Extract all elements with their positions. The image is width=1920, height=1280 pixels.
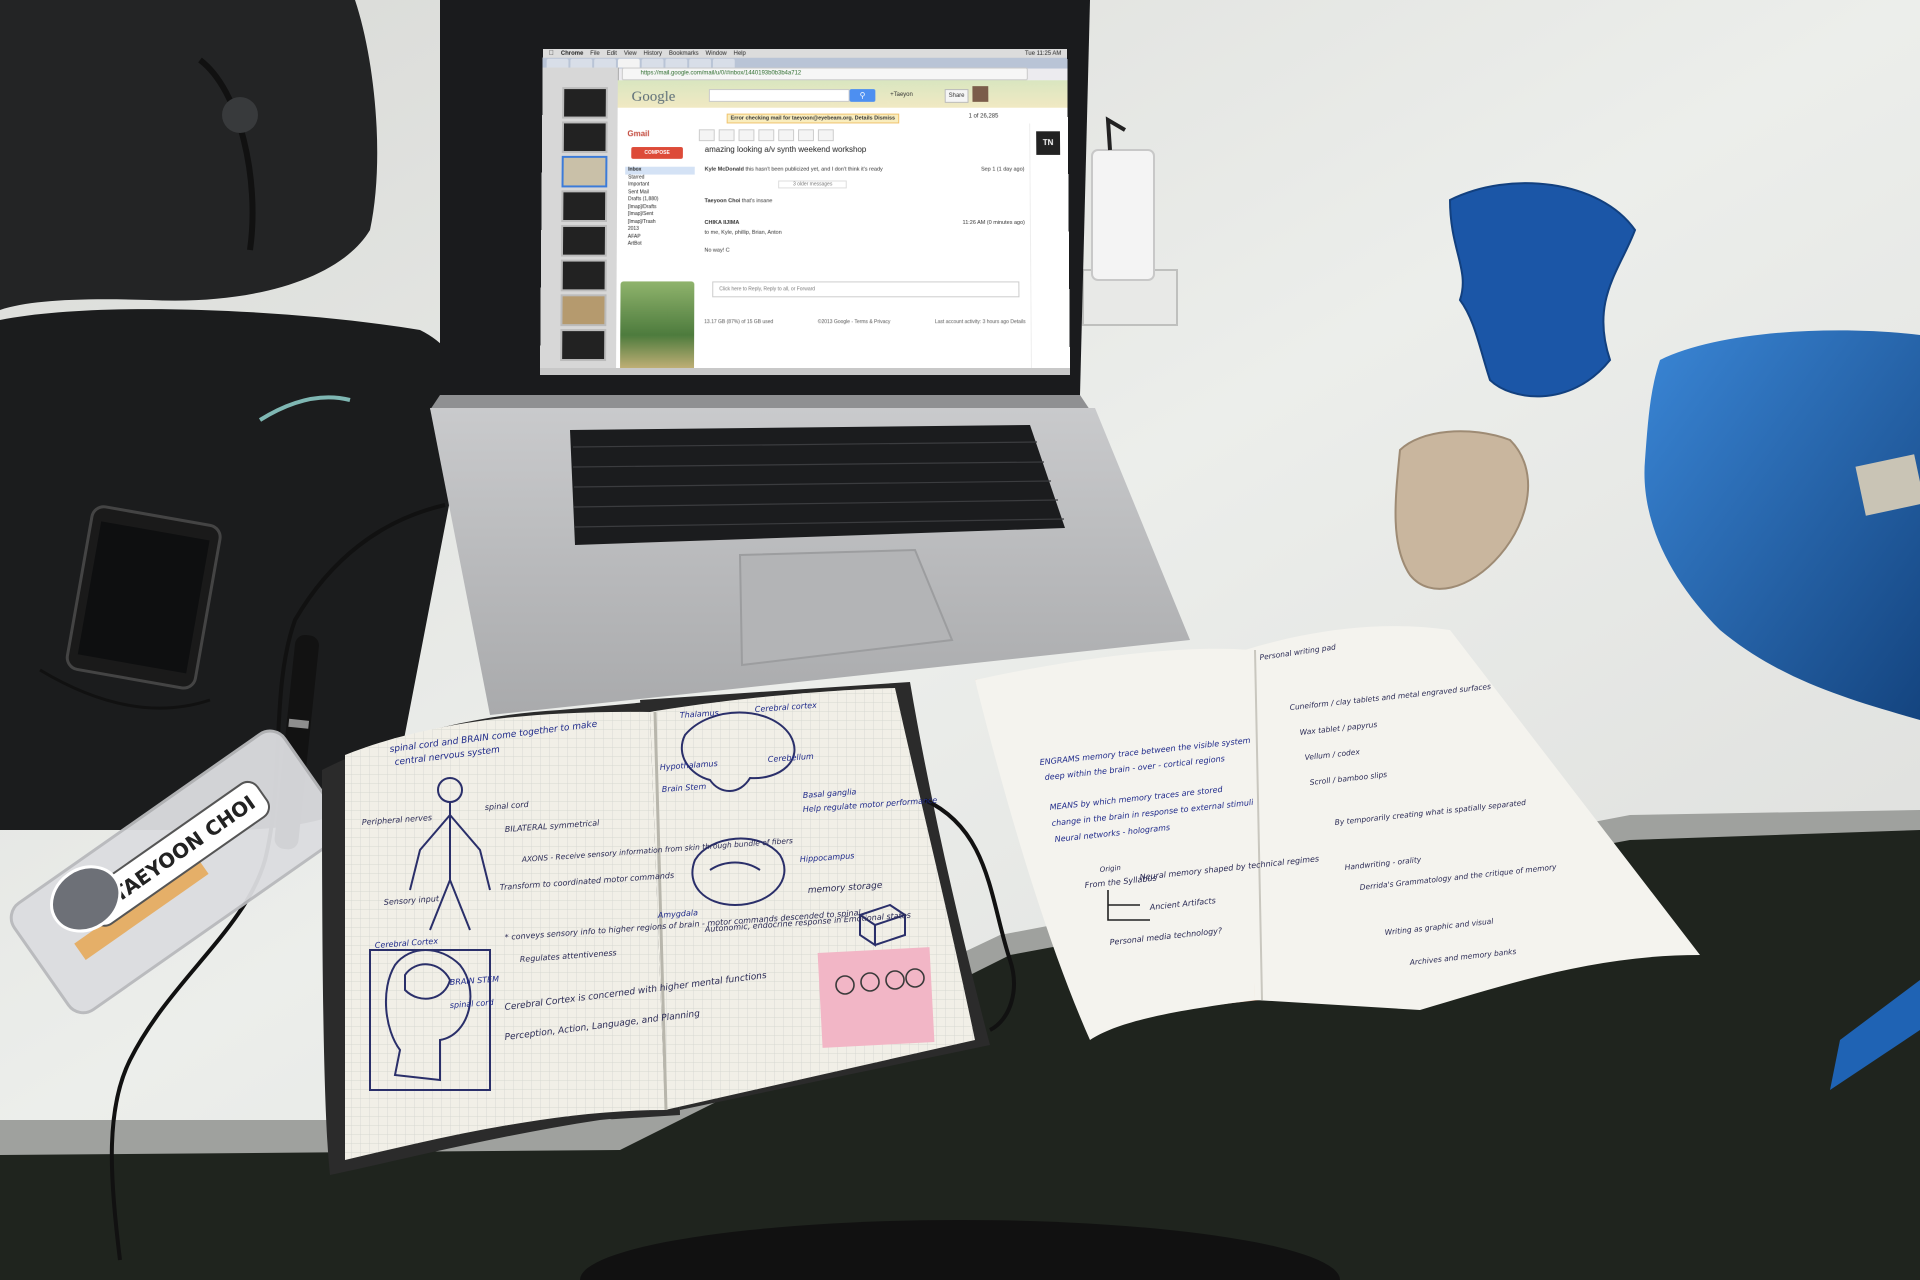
slide-thumbnail[interactable] (561, 225, 607, 257)
menu-file[interactable]: File (590, 50, 600, 56)
gmail-right-panel: TN (1029, 123, 1070, 375)
nav-item-2013[interactable]: 2013 (625, 226, 695, 233)
browser-tab[interactable] (570, 59, 592, 68)
apple-icon[interactable]:  (549, 50, 554, 57)
older-messages-button[interactable]: 3 older messages (778, 181, 847, 189)
storage-usage: 13.17 GB (87%) of 15 GB used (704, 319, 773, 325)
avatar[interactable] (972, 86, 988, 102)
search-input[interactable] (709, 89, 850, 102)
spam-button[interactable] (739, 129, 755, 141)
smartphone (65, 505, 222, 690)
message-time: 11:26 AM (0 minutes ago) (963, 218, 1025, 228)
browser-tab[interactable] (689, 59, 711, 68)
message-sender: Taeyoon Choi (705, 198, 741, 204)
browser-tab[interactable] (547, 59, 569, 68)
browser-tab-active[interactable] (618, 59, 640, 68)
app-menu[interactable]: Chrome (561, 50, 583, 56)
laptop-screen:  Chrome File Edit View History Bookmark… (540, 49, 1070, 375)
nav-item-drafts[interactable]: Drafts (1,880) (625, 196, 695, 203)
account-activity[interactable]: Last account activity: 3 hours ago Detai… (935, 319, 1026, 325)
black-backpack (0, 0, 377, 310)
message-snippet: this hasn't been publicized yet, and I d… (745, 167, 882, 173)
thread-subject: amazing looking a/v synth weekend worksh… (705, 145, 867, 154)
terms-link[interactable]: ©2013 Google - Terms & Privacy (818, 319, 891, 325)
slide-thumbnail[interactable] (561, 190, 607, 222)
message-sender: Kyle McDonald (705, 167, 744, 173)
nav-list: Inbox Starred Important Sent Mail Drafts… (625, 167, 695, 248)
gmail-footer: 13.17 GB (87%) of 15 GB used ©2013 Googl… (704, 319, 1025, 325)
slide-thumbnail[interactable] (562, 121, 608, 152)
slide-thumbnail-selected[interactable] (562, 156, 608, 188)
mac-menubar:  Chrome File Edit View History Bookmark… (543, 49, 1067, 58)
email-thread: amazing looking a/v synth weekend worksh… (698, 123, 1030, 375)
menu-edit[interactable]: Edit (607, 50, 617, 56)
search-icon: ⚲ (860, 91, 866, 100)
menu-history[interactable]: History (644, 50, 663, 56)
message-count: 1 of 26,285 (969, 114, 999, 120)
share-button[interactable]: Share (945, 89, 969, 103)
google-logo[interactable]: Google (632, 89, 676, 106)
message-recipients: to me, Kyle, phillip, Brian, Anton (704, 228, 1025, 238)
gmail-window: Google ⚲ +Taeyon Share Error checking ma… (616, 80, 1070, 375)
archive-button[interactable] (719, 129, 735, 141)
message-body: No way! C (704, 246, 1025, 256)
message-row-expanded[interactable]: CHIKA IIJIMA 11:26 AM (0 minutes ago) (704, 218, 1024, 228)
gmail-label[interactable]: Gmail (627, 129, 649, 138)
nav-item-important[interactable]: Important (625, 182, 695, 189)
message-row[interactable]: Kyle McDonald this hasn't been publicize… (705, 165, 1025, 175)
theme-artwork (620, 281, 694, 371)
slide-thumbnail[interactable] (562, 87, 608, 118)
slide-thumbnail[interactable] (561, 260, 607, 292)
nav-item-afap[interactable]: AFAP (625, 233, 695, 240)
menubar-clock: Tue 11:25 AM (1025, 50, 1061, 56)
address-bar[interactable]: https://mail.google.com/mail/u/0/#inbox/… (622, 68, 1028, 81)
taskbar (540, 368, 1070, 375)
reply-box[interactable]: Click here to Reply, Reply to all, or Fo… (712, 281, 1019, 297)
message-time: Sep 1 (1 day ago) (981, 165, 1025, 175)
browser-tab[interactable] (713, 59, 735, 68)
browser-tab[interactable] (642, 59, 664, 68)
message-snippet: that's insane (742, 198, 773, 204)
browser-tab[interactable] (594, 59, 616, 68)
nav-item-artbot[interactable]: ArtBot (625, 241, 695, 248)
back-button[interactable] (699, 129, 715, 141)
search-button[interactable]: ⚲ (850, 89, 876, 102)
nav-item-sent[interactable]: Sent Mail (625, 189, 695, 196)
nav-item-starred[interactable]: Starred (625, 174, 695, 181)
label-button[interactable] (798, 129, 814, 141)
sticky-note (818, 947, 935, 1048)
slides-panel (540, 68, 619, 375)
menu-help[interactable]: Help (734, 50, 746, 56)
compose-button[interactable]: COMPOSE (631, 147, 683, 159)
slide-thumbnail[interactable] (560, 329, 606, 361)
message-row[interactable]: Taeyoon Choi that's insane (705, 196, 1025, 206)
laptop-hinge (430, 395, 1090, 410)
menu-bookmarks[interactable]: Bookmarks (669, 50, 699, 56)
delete-button[interactable] (758, 129, 774, 141)
backpack-logo (222, 97, 258, 133)
nav-item-imap-sent[interactable]: [Imap]/Sent (625, 211, 695, 218)
nav-item-imap-trash[interactable]: [Imap]/Trash (625, 219, 695, 226)
user-link[interactable]: +Taeyon (890, 92, 913, 98)
folder-button[interactable] (778, 129, 794, 141)
thread-toolbar (699, 129, 1028, 141)
message-sender: CHIKA IIJIMA (704, 220, 739, 226)
gmail-sidebar: Gmail COMPOSE Inbox Starred Important Se… (616, 123, 697, 375)
menu-view[interactable]: View (624, 50, 637, 56)
desk-scene: TAEYOON CHOI spinal cord and BRAIN come … (0, 0, 1920, 1280)
slide-thumbnail[interactable] (560, 294, 606, 326)
browser-tab[interactable] (665, 59, 687, 68)
error-banner: Error checking mail for taeyoon@eyebeam.… (727, 114, 899, 124)
nav-item-imap-drafts[interactable]: [Imap]/Drafts (625, 204, 695, 211)
more-button[interactable] (818, 129, 834, 141)
menu-window[interactable]: Window (706, 50, 727, 56)
contact-logo: TN (1036, 131, 1060, 155)
nav-item-inbox[interactable]: Inbox (625, 167, 695, 174)
